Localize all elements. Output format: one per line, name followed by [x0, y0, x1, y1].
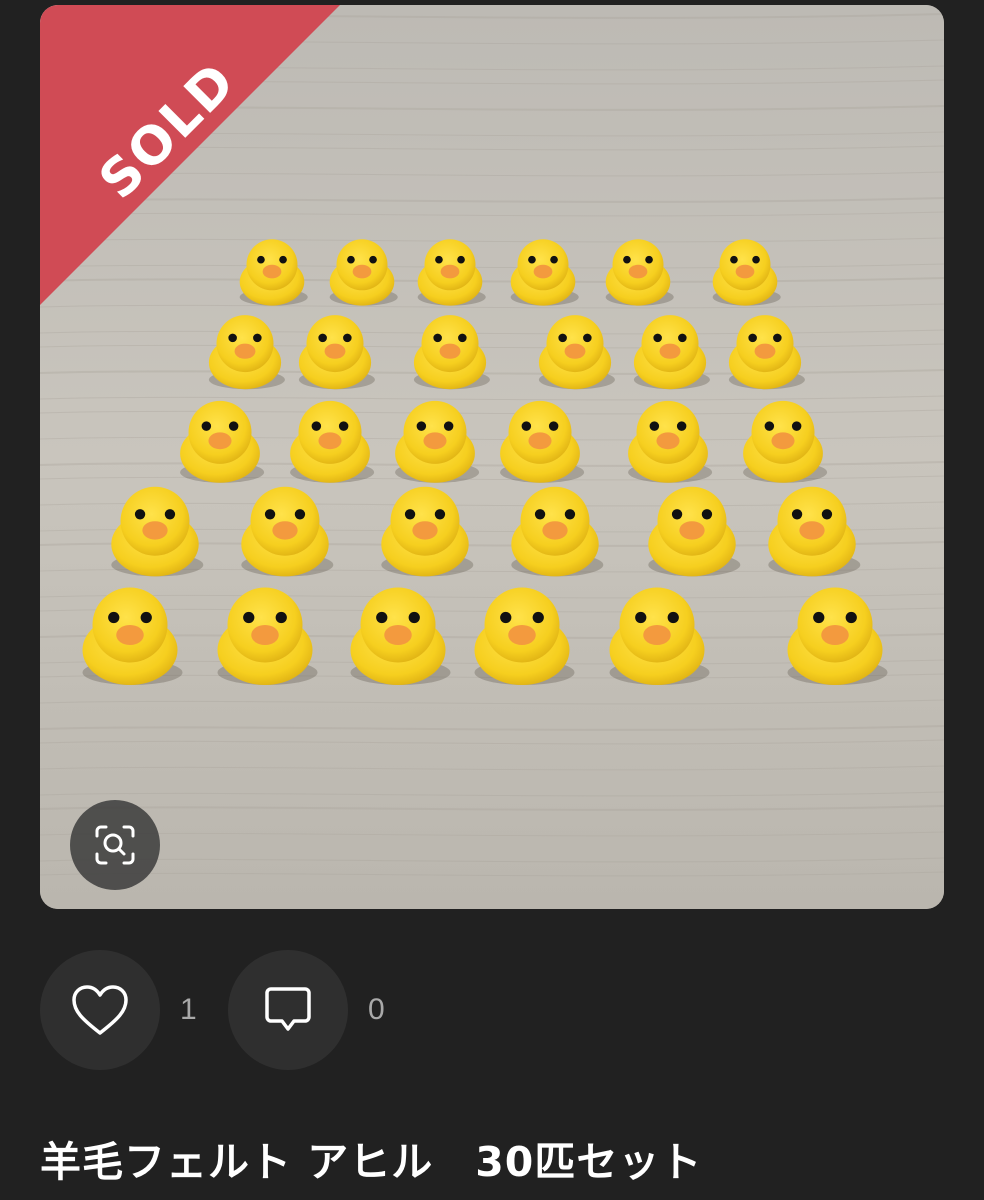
like-count: 1 [180, 993, 197, 1026]
listing-page: SOLD 1 0 羊毛フェルト アヒル 30匹セット [0, 0, 984, 1200]
comment-icon [265, 987, 311, 1031]
zoom-button[interactable] [70, 800, 160, 890]
product-photo[interactable]: SOLD [40, 5, 944, 909]
heart-icon [72, 985, 128, 1035]
reaction-bar: 1 0 [40, 950, 416, 1070]
comment-count: 0 [368, 993, 385, 1026]
listing-title: 羊毛フェルト アヒル 30匹セット [40, 1138, 703, 1186]
like-button[interactable] [40, 950, 160, 1070]
zoom-scan-icon [95, 825, 135, 865]
comment-button[interactable] [228, 950, 348, 1070]
